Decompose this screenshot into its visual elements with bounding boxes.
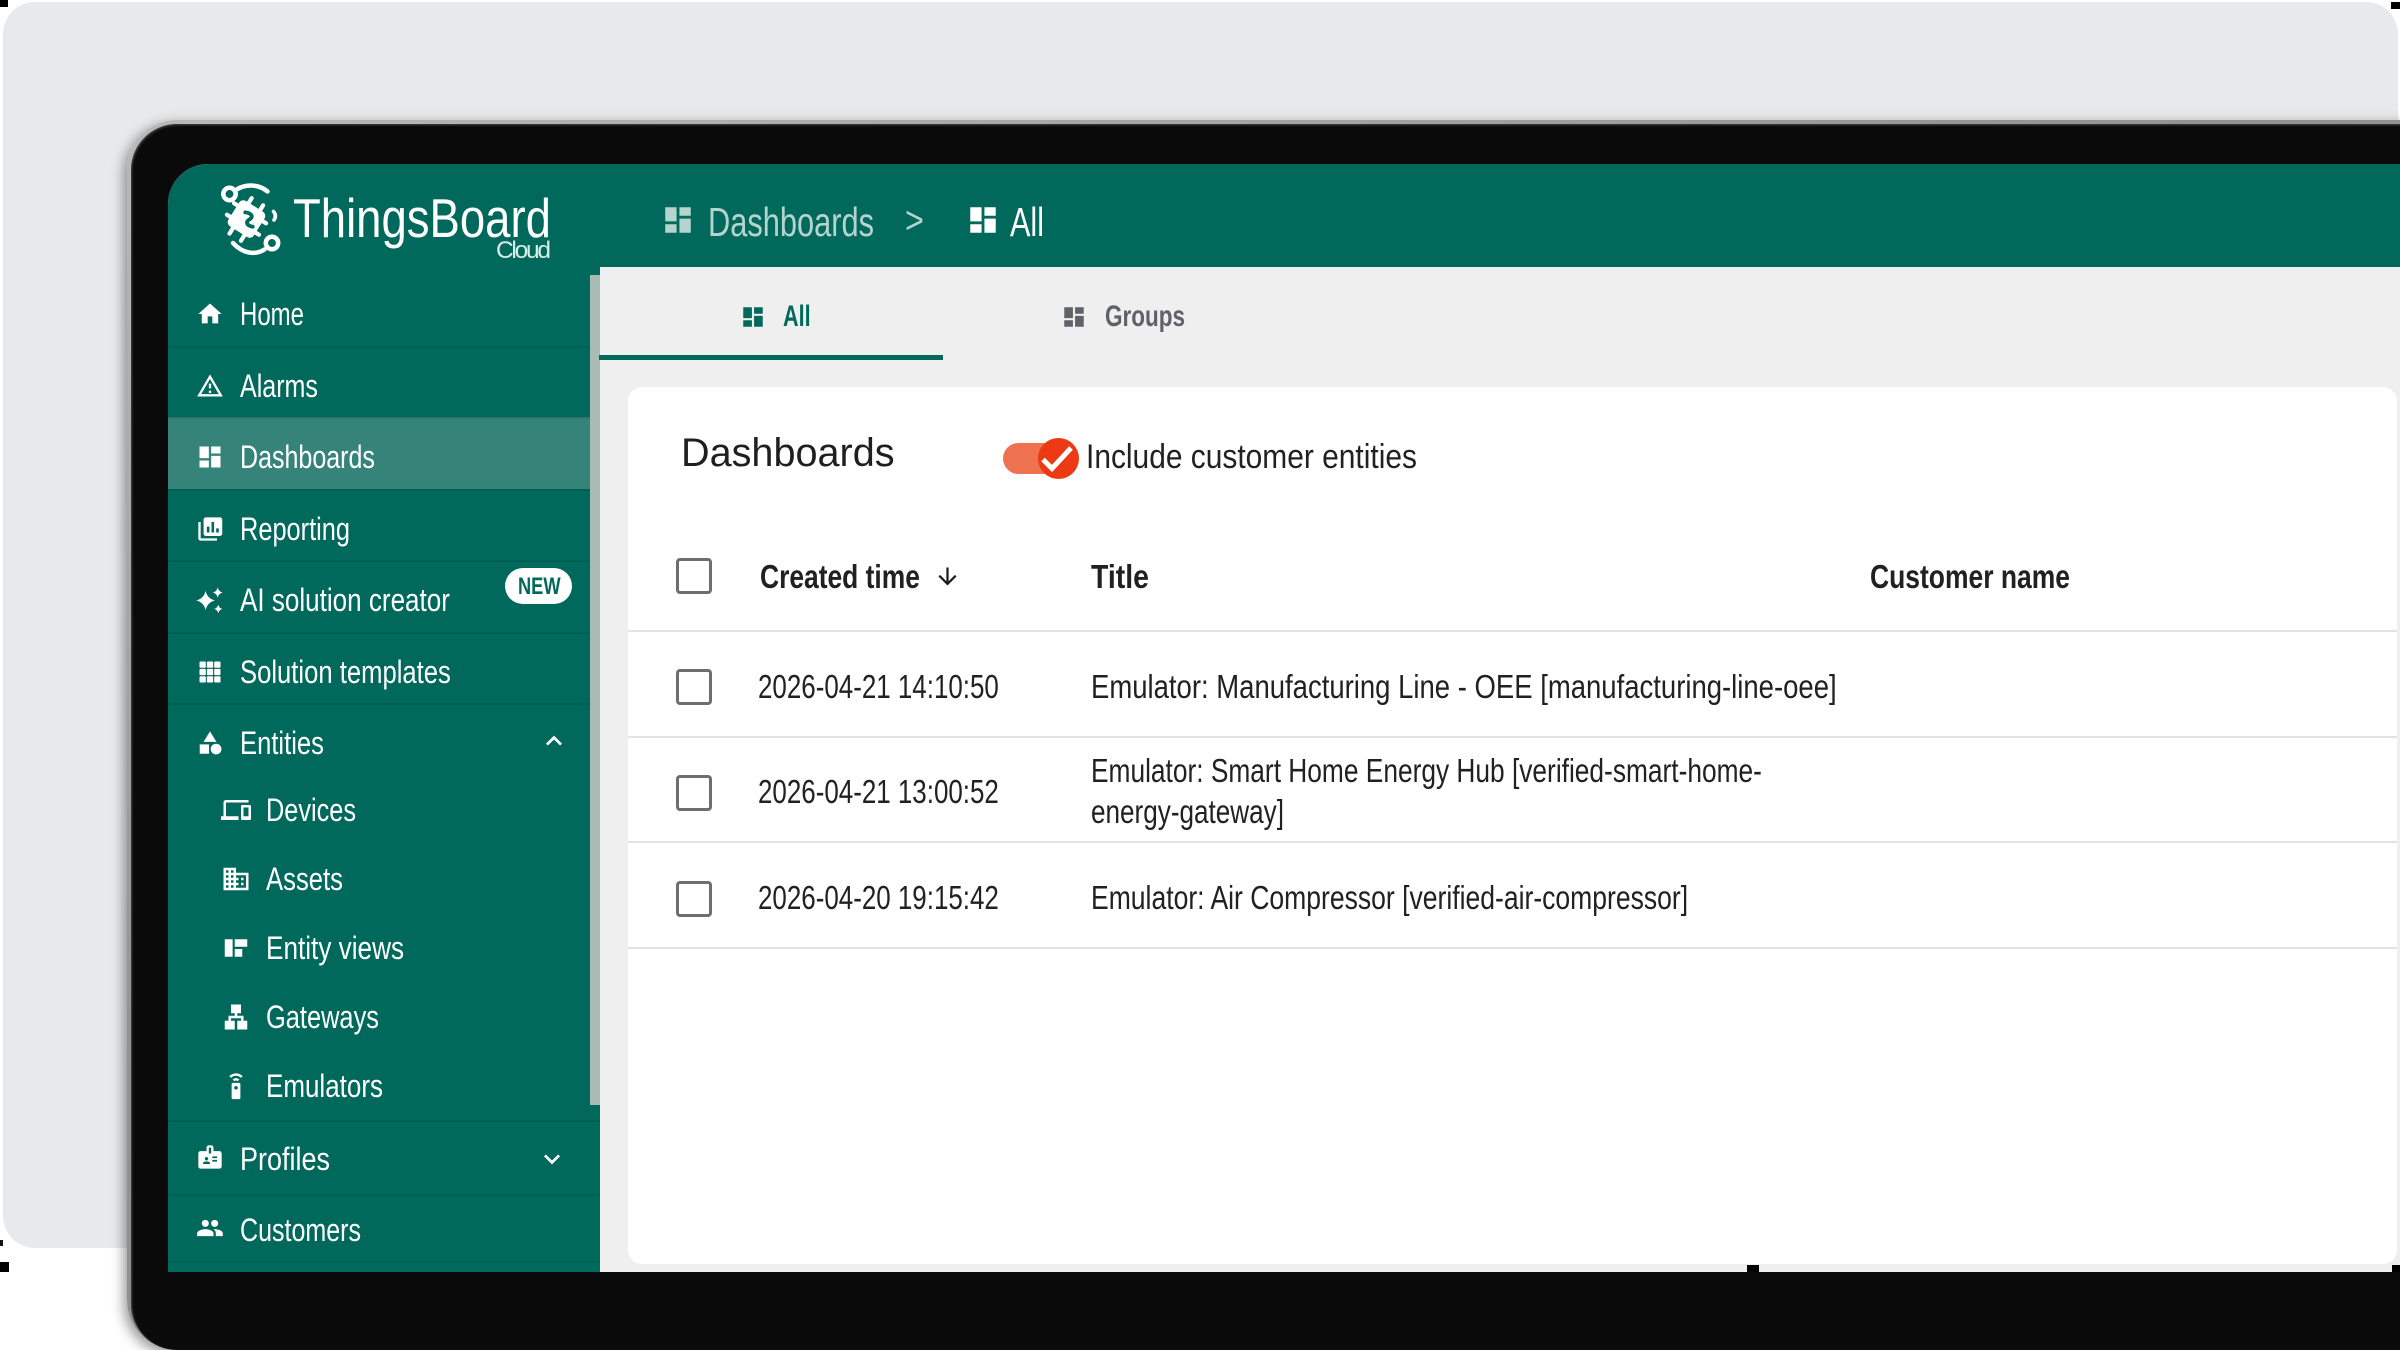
svg-text:Cloud: Cloud — [496, 237, 551, 264]
